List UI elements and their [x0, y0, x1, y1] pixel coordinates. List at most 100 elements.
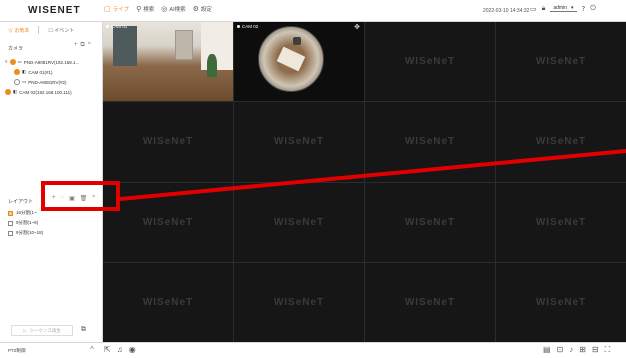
top-bar: WISENET ▢ ライブ ⚲ 検索 ◎ AI検索 ⚙ 設定 2022-03-1… [0, 0, 626, 22]
fisheye-view [258, 26, 324, 92]
status-dot [9, 59, 16, 65]
camera-label-text: CAM 02 [242, 24, 259, 29]
video-tile[interactable]: WISeNeT [365, 22, 495, 102]
video-tile[interactable]: WISeNeT [103, 102, 233, 182]
video-tile[interactable]: WISeNeT [365, 182, 495, 262]
add-icon[interactable]: + [74, 42, 78, 49]
sequence-play-label: シーケンス再生 [29, 327, 61, 333]
watermark-logo: WISeNeT [142, 216, 194, 228]
video-tile[interactable]: WISeNeT [496, 22, 626, 102]
tab-divider [38, 26, 40, 34]
ptz-expand-icon[interactable]: ^ [90, 345, 94, 354]
tree-item-device-1[interactable]: v ▭ PND-A9081RV(192.168.1... [5, 57, 79, 67]
bottom-right-tools: ▤ ⊡ ♪ ⊞ ⊟ ⛶ [543, 345, 610, 355]
audio-icon[interactable]: ♫ [117, 345, 123, 354]
sequence-settings-icon[interactable]: ⧉ [81, 326, 86, 334]
tree-item-device-2[interactable]: ▭ PND-A9081RV(#2) [5, 77, 79, 87]
camera-group-icon[interactable]: ⧉ [81, 42, 85, 49]
watermark-logo: WISeNeT [535, 296, 587, 308]
status-dot [5, 89, 11, 95]
watermark-logo: WISeNeT [404, 56, 456, 68]
tree-item-cam02[interactable]: ◧ CAM 02(192.168.100.111) [5, 87, 79, 97]
layout-icon [8, 220, 13, 226]
app-logo: WISENET [28, 5, 81, 16]
export-icon[interactable]: ⇱ [104, 345, 111, 354]
watermark-logo: WISeNeT [535, 136, 587, 148]
watermark-logo: WISeNeT [404, 136, 456, 148]
watermark-logo: WISeNeT [404, 216, 456, 228]
layout-list: 16分割(1~ 9分割(1~9) 9分割(10~18) [8, 208, 43, 238]
aspect-ratio-icon[interactable]: ⊟ [592, 345, 599, 355]
live-icon: ▢ [104, 5, 111, 13]
chevron-down-icon: ▾ [570, 5, 574, 11]
video-tile[interactable]: WISeNeT [103, 262, 233, 342]
panel-tabs: ☆ お気本 ☐ イベント [8, 26, 74, 34]
video-grid: CAM 01 CAM 02 ✥ WISeNeT WISeNeT WISeNeT WISeNe… [103, 22, 626, 342]
tree-item-label: CAM 01(#1) [28, 69, 53, 75]
lock-icon[interactable]: 🔒︎ [542, 4, 546, 13]
layout-item-9a[interactable]: 9分割(1~9) [8, 218, 43, 228]
settings-icon: ⚙ [192, 5, 199, 13]
camera-feed-image [234, 22, 364, 102]
video-tile[interactable]: CAM 01 [103, 22, 233, 102]
video-tile[interactable]: WISeNeT [496, 102, 626, 182]
menu-ai-search[interactable]: ◎ AI検索 [161, 5, 185, 13]
record-icon[interactable]: ◉ [129, 345, 136, 354]
sound-icon[interactable]: ♪ [569, 345, 573, 355]
watermark-logo: WISeNeT [273, 136, 325, 148]
layout-item-16[interactable]: 16分割(1~ [8, 208, 43, 218]
user-dropdown[interactable]: admin ▾ [550, 5, 577, 12]
camera-label: CAM 02 [237, 24, 258, 29]
bottom-bar: PTZ制御 ^ ⇱ ♫ ◉ ▤ ⊡ ♪ ⊞ ⊟ ⛶ [0, 342, 626, 358]
app-window: WISENET ▢ ライブ ⚲ 検索 ◎ AI検索 ⚙ 設定 2022-03-1… [0, 0, 626, 358]
collapse-icon[interactable]: ^ [88, 42, 91, 49]
monitor-icon[interactable]: ▭ [530, 5, 537, 13]
device-icon: ▭ [22, 79, 27, 84]
help-icon[interactable]: ? [582, 5, 586, 13]
video-tile[interactable]: WISeNeT [496, 262, 626, 342]
move-icon[interactable]: ✥ [354, 23, 360, 31]
video-tile[interactable]: CAM 02 ✥ [234, 22, 364, 102]
status-dot [14, 69, 20, 75]
watermark-logo: WISeNeT [535, 216, 587, 228]
menu-settings[interactable]: ⚙ 設定 [193, 5, 212, 13]
video-tile[interactable]: WISeNeT [234, 182, 364, 262]
top-right-tools: ▭ 🔒︎ admin ▾ ? ⏻ [530, 4, 596, 13]
system-datetime: 2022-03-10 14:34:32 [483, 8, 530, 14]
video-tile[interactable]: WISeNeT [103, 182, 233, 262]
layout-item-label: 9分割(10~18) [16, 230, 44, 235]
video-tile[interactable]: WISeNeT [496, 182, 626, 262]
camera-icon: ◧ [13, 89, 18, 94]
menu-live[interactable]: ▢ ライブ [104, 5, 129, 13]
camera-label-text: CAM 01 [111, 24, 128, 29]
tab-favorites-label: お気本 [14, 27, 30, 34]
layout-section-title: レイアウト [8, 199, 34, 205]
ptz-label: PTZ制御 [8, 348, 26, 353]
fullscreen-icon[interactable]: ⛶ [605, 345, 611, 355]
tree-item-label: CAM 02(192.168.100.111) [19, 89, 72, 95]
annotation-highlight-box [41, 181, 120, 211]
video-tile[interactable]: WISeNeT [234, 102, 364, 182]
grid-layout-icon[interactable]: ⊞ [579, 345, 586, 355]
video-tile[interactable]: WISeNeT [365, 102, 495, 182]
menu-ai-search-label: AI検索 [169, 7, 186, 13]
camera-label: CAM 01 [106, 24, 127, 29]
menu-search[interactable]: ⚲ 検索 [136, 5, 154, 13]
expand-icon[interactable]: v [5, 59, 8, 65]
menu-settings-label: 設定 [200, 7, 212, 13]
snapshot-icon[interactable]: ⊡ [557, 345, 564, 355]
layout-item-label: 16分割(1~ [16, 210, 37, 215]
camera-tree: v ▭ PND-A9081RV(192.168.1... ◧ CAM 01(#1… [5, 57, 79, 97]
layout-icon [8, 210, 13, 216]
device-icon: ▭ [17, 59, 22, 64]
layout-view-icon[interactable]: ▤ [543, 345, 551, 355]
video-tile[interactable]: WISeNeT [365, 262, 495, 342]
video-tile[interactable]: WISeNeT [234, 262, 364, 342]
layout-item-9b[interactable]: 9分割(10~18) [8, 228, 43, 238]
logout-icon[interactable]: ⏻ [590, 4, 596, 13]
tree-item-cam01[interactable]: ◧ CAM 01(#1) [5, 67, 79, 77]
sequence-play-button[interactable]: ▷ シーケンス再生 [11, 325, 73, 336]
tab-event[interactable]: ☐ イベント [48, 27, 74, 34]
tab-favorites[interactable]: ☆ お気本 [8, 27, 29, 34]
tree-item-label: PND-A9081RV(192.168.1... [23, 59, 80, 65]
